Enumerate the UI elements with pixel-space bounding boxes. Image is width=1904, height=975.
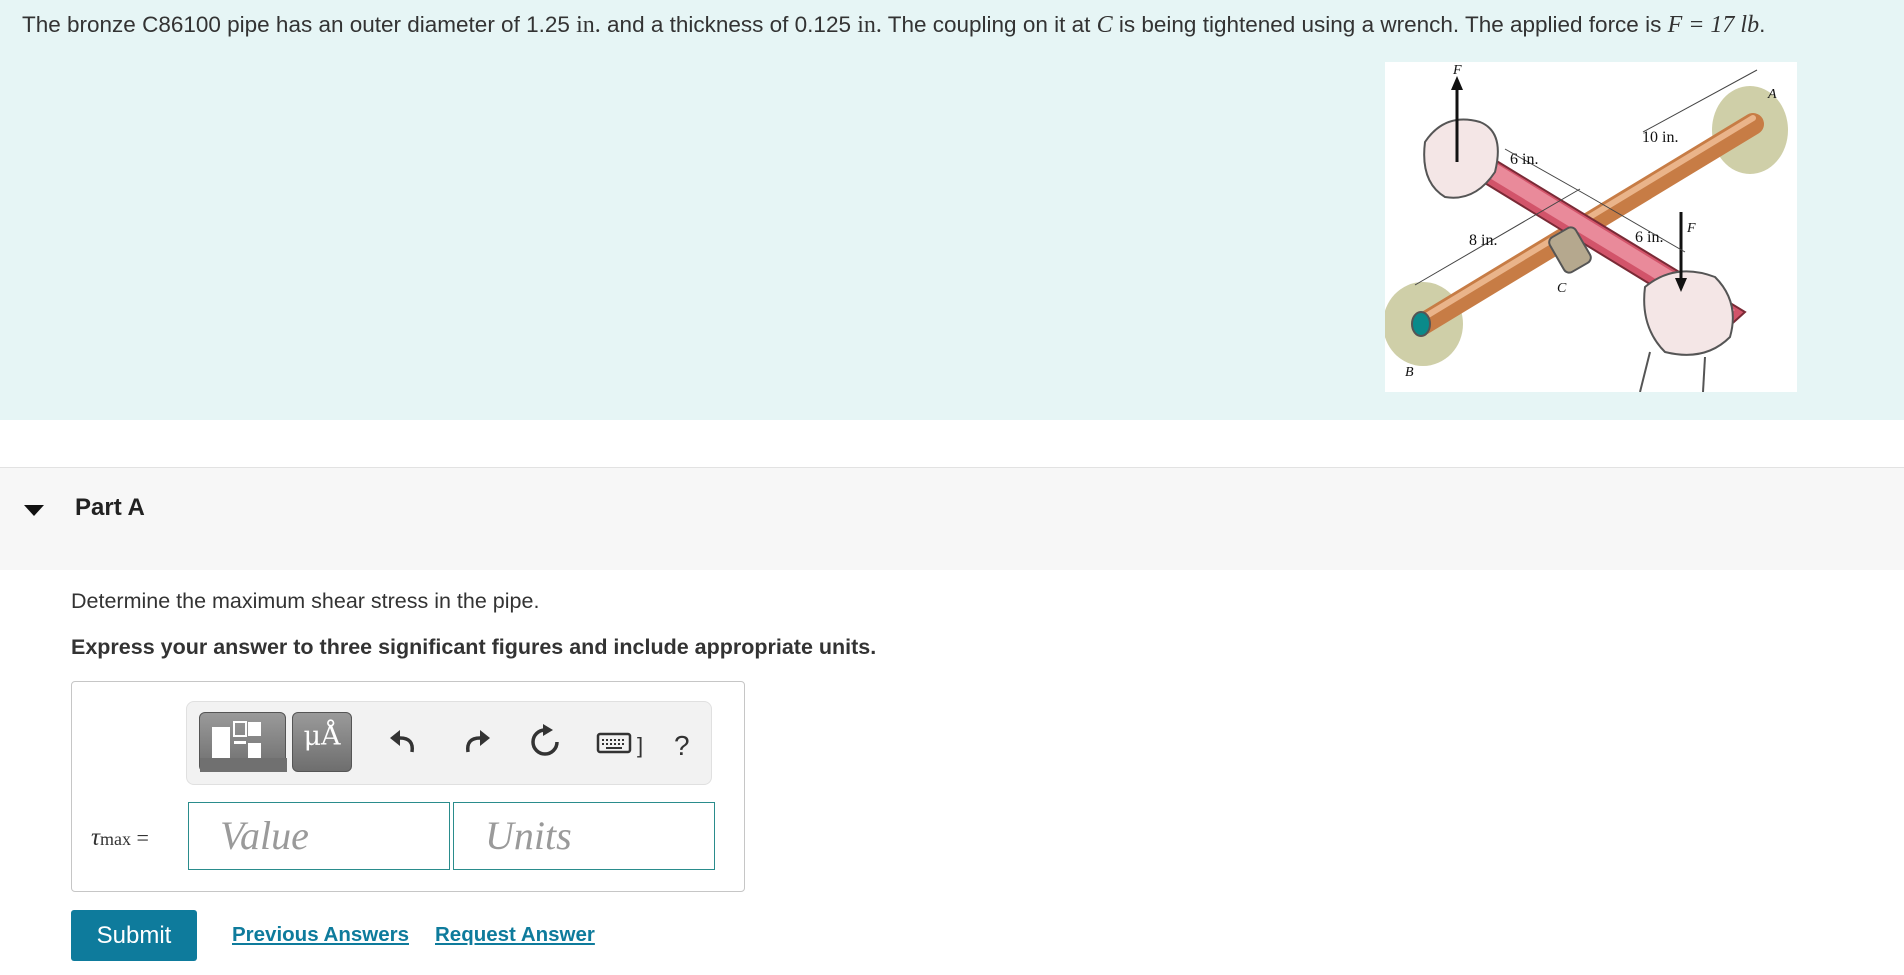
collapse-caret-icon[interactable] xyxy=(24,505,44,516)
problem-statement-panel: The bronze C86100 pipe has an outer diam… xyxy=(0,0,1904,420)
part-title: Part A xyxy=(75,494,145,521)
statement-text: and a thickness of 0.125 xyxy=(600,12,858,37)
hand-bottom-shape xyxy=(1643,270,1734,356)
tau-symbol: τ xyxy=(91,824,100,851)
statement-unit: in. xyxy=(576,12,601,38)
statement-text: is being tightened using a wrench. The a… xyxy=(1112,12,1668,37)
submit-button[interactable]: Submit xyxy=(71,910,197,961)
arm-bottom-shape xyxy=(1702,356,1706,392)
pipe-wrench-illustration: F A 10 in. 6 in. 8 in. 6 in. F C B xyxy=(1385,63,1788,392)
units-button-label: μÅ xyxy=(303,721,341,752)
label-dim-8: 8 in. xyxy=(1469,232,1497,249)
statement-force: F = 17 lb xyxy=(1667,12,1760,38)
question-text: Determine the maximum shear stress in th… xyxy=(71,589,540,613)
templates-button[interactable] xyxy=(199,712,287,772)
reset-icon[interactable] xyxy=(525,722,565,762)
pipe-end-shape xyxy=(1411,311,1431,337)
statement-point-c: C xyxy=(1096,12,1113,38)
request-answer-link[interactable]: Request Answer xyxy=(435,923,595,947)
label-b: B xyxy=(1405,365,1414,380)
tau-subscript: max xyxy=(99,829,131,849)
label-a: A xyxy=(1767,87,1777,102)
problem-statement: The bronze C86100 pipe has an outer diam… xyxy=(22,9,1765,41)
statement-text: The coupling on it at xyxy=(881,12,1097,37)
label-f-top: F xyxy=(1452,63,1462,78)
answer-variable: τmax = xyxy=(91,824,149,852)
label-dim-6-top: 6 in. xyxy=(1510,151,1538,168)
help-button[interactable]: ? xyxy=(674,730,690,762)
force-arrowhead-top xyxy=(1451,76,1463,90)
units-input[interactable]: Units xyxy=(453,802,715,870)
previous-answers-link[interactable]: Previous Answers xyxy=(232,923,409,947)
units-button[interactable]: μÅ xyxy=(292,712,352,772)
redo-icon[interactable] xyxy=(456,722,496,762)
statement-text: The bronze C86100 pipe has an outer diam… xyxy=(22,12,577,37)
label-c: C xyxy=(1557,281,1567,296)
templates-icon xyxy=(200,721,287,772)
arm-bottom-shape xyxy=(1639,351,1651,392)
keyboard-suffix: ] xyxy=(637,733,644,758)
label-dim-10: 10 in. xyxy=(1642,129,1678,146)
statement-text: . xyxy=(1759,12,1766,37)
statement-unit: in. xyxy=(857,12,882,38)
equals-sign: = xyxy=(136,825,149,850)
part-a-header[interactable] xyxy=(0,468,1904,570)
value-input[interactable]: Value xyxy=(188,802,450,870)
hand-top-shape xyxy=(1423,118,1499,199)
instruction-text: Express your answer to three significant… xyxy=(71,635,877,659)
keyboard-icon[interactable] xyxy=(596,722,632,762)
pipe-wrench-figure: F A 10 in. 6 in. 8 in. 6 in. F C B xyxy=(1385,62,1797,392)
label-f-bottom: F xyxy=(1686,221,1696,236)
label-dim-6-bottom: 6 in. xyxy=(1635,229,1663,246)
undo-icon[interactable] xyxy=(384,722,424,762)
